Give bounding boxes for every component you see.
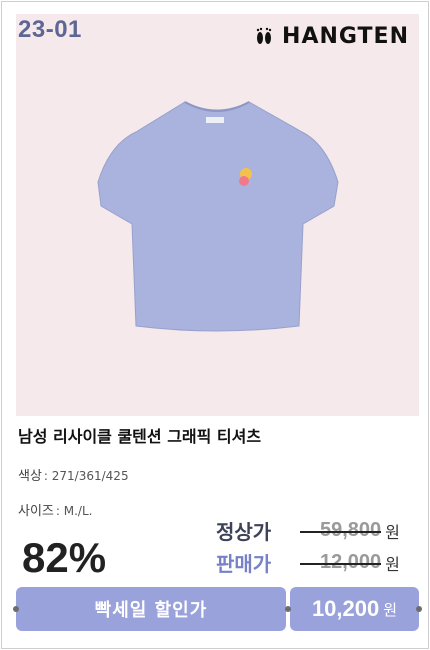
promo-price-unit: 원	[383, 600, 398, 619]
tshirt-image	[97, 101, 339, 332]
sale-price-row: 판매가 12,000 원	[216, 548, 400, 577]
sale-price: 12,000	[300, 551, 382, 574]
product-card[interactable]: 23-01 HANGTEN 남성 리사이클 쿨텐션 그래픽 티셔츠 색상: 27…	[1, 1, 429, 649]
promo-label-box[interactable]: 빡세일 할인가	[16, 587, 286, 631]
color-value: : 271/361/425	[43, 469, 129, 483]
ticket-dot-right	[416, 606, 422, 612]
ticket-dot-middle	[285, 606, 291, 612]
regular-price-label: 정상가	[216, 520, 272, 544]
sale-price-unit: 원	[385, 554, 400, 574]
size-info: 사이즈: M./L.	[18, 500, 92, 519]
promo-price: 10,200	[311, 596, 380, 621]
promo-bar[interactable]: 빡세일 할인가 10,200 원	[13, 587, 422, 631]
ticket-dot-left	[13, 606, 19, 612]
product-image-area[interactable]: 23-01 HANGTEN	[16, 14, 419, 416]
promo-label: 빡세일 할인가	[94, 600, 208, 621]
discount-rate: 82%	[22, 534, 107, 581]
regular-price: 59,800	[300, 519, 382, 542]
sale-price-label: 판매가	[216, 552, 272, 576]
product-title[interactable]: 남성 리사이클 쿨텐션 그래픽 티셔츠	[18, 423, 261, 447]
color-label: 색상	[18, 469, 42, 484]
regular-price-row: 정상가 59,800 원	[216, 516, 400, 545]
color-info: 색상: 271/361/425	[18, 465, 129, 484]
size-label: 사이즈	[18, 504, 54, 519]
regular-price-unit: 원	[385, 522, 400, 542]
size-value: : M./L.	[55, 504, 93, 518]
promo-price-box[interactable]: 10,200 원	[290, 587, 419, 631]
